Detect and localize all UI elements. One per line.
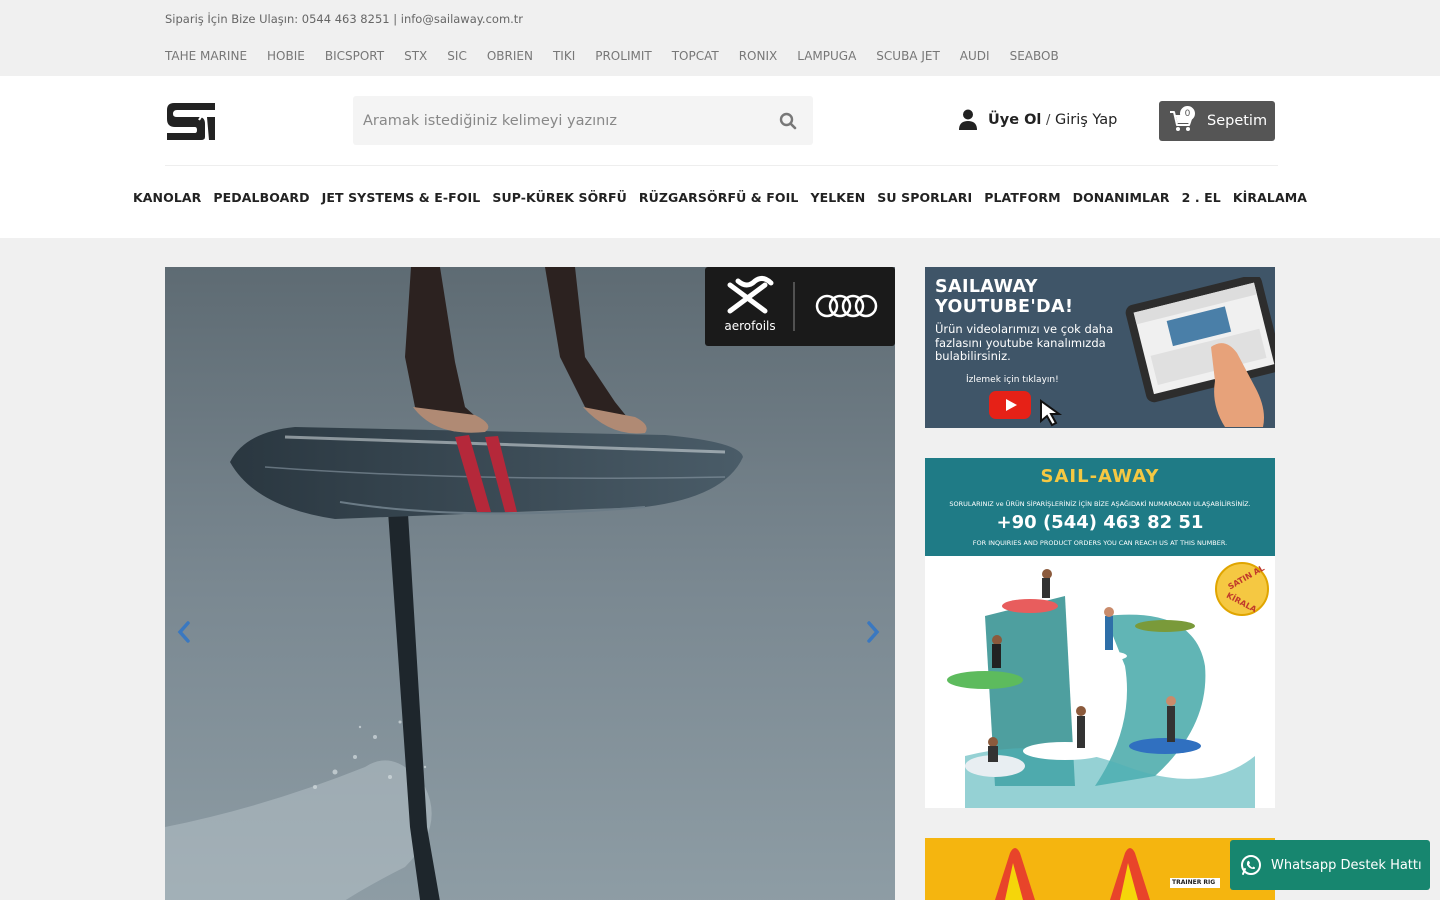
nav-item-su-sporlari[interactable]: SU SPORLARI <box>877 190 972 205</box>
chevron-left-icon <box>177 621 190 643</box>
login-link[interactable]: Giriş Yap <box>1055 112 1117 128</box>
nav-item-sup[interactable]: SUP-KÜREK SÖRFÜ <box>492 190 627 205</box>
contact-banner-header: SAIL-AWAY SORULARINIZ ve ÜRÜN SİPARİŞLER… <box>925 458 1275 556</box>
contact-banner-line1: SORULARINIZ ve ÜRÜN SİPARİŞLERİNİZ İÇİN … <box>949 500 1251 508</box>
youtube-banner-cta: İzlemek için tıklayın! <box>966 375 1059 385</box>
whatsapp-icon <box>1241 855 1261 875</box>
nav-item-ikinci-el[interactable]: 2 . EL <box>1182 190 1221 205</box>
nav-item-pedalboard[interactable]: PEDALBOARD <box>213 190 309 205</box>
nav-item-platform[interactable]: PLATFORM <box>984 190 1060 205</box>
contact-banner[interactable]: SAIL-AWAY SORULARINIZ ve ÜRÜN SİPARİŞLER… <box>925 458 1275 808</box>
whatsapp-support-button[interactable]: Whatsapp Destek Hattı <box>1230 840 1430 890</box>
search-button[interactable] <box>763 96 813 145</box>
cart-count-badge: 0 <box>1180 106 1195 121</box>
search-input[interactable] <box>353 96 763 145</box>
nav-item-yelken[interactable]: YELKEN <box>810 190 865 205</box>
brand-logo-text: aerofoils <box>724 319 775 333</box>
brand-link[interactable]: HOBIE <box>267 49 305 63</box>
hero-image: aerofoils <box>165 267 895 900</box>
search-icon <box>779 112 797 129</box>
brand-link[interactable]: AUDI <box>960 49 990 63</box>
youtube-banner-title: SAILAWAY YOUTUBE'DA! <box>935 277 1074 317</box>
site-header: Üye Ol / Giriş Yap 0 Sepetim KANOLAR PED… <box>0 76 1440 238</box>
contact-info: Sipariş İçin Bize Ulaşın: 0544 463 8251 … <box>165 12 524 26</box>
whatsapp-label: Whatsapp Destek Hattı <box>1271 857 1422 873</box>
windsurf-banner[interactable]: TRAINER RIG <box>925 838 1275 900</box>
sailaway-logo-text: SAIL-AWAY <box>1040 466 1160 487</box>
brand-link[interactable]: SIC <box>447 49 467 63</box>
buy-rent-badge: SATIN AL KİRALA <box>1215 562 1269 616</box>
cart-label: Sepetim <box>1207 113 1268 129</box>
nav-item-ruzgarsorfu[interactable]: RÜZGARSÖRFÜ & FOIL <box>639 190 799 205</box>
site-logo[interactable] <box>165 100 217 141</box>
header-divider <box>165 165 1278 166</box>
user-link-separator: / <box>1046 112 1051 128</box>
brand-link[interactable]: TIKI <box>553 49 575 63</box>
brand-link[interactable]: STX <box>404 49 427 63</box>
brand-link[interactable]: TOPCAT <box>672 49 719 63</box>
youtube-play-icon <box>989 391 1031 419</box>
top-bar: Sipariş İçin Bize Ulaşın: 0544 463 8251 … <box>0 0 1440 76</box>
brand-link[interactable]: TAHE MARINE <box>165 49 247 63</box>
youtube-banner[interactable]: SAILAWAY YOUTUBE'DA! Ürün videolarımızı … <box>925 267 1275 428</box>
brand-link[interactable]: SCUBA JET <box>876 49 940 63</box>
slider-next-button[interactable] <box>866 620 880 650</box>
brand-link[interactable]: RONIX <box>739 49 778 63</box>
nav-item-kanolar[interactable]: KANOLAR <box>133 190 201 205</box>
brand-link[interactable]: SEABOB <box>1010 49 1059 63</box>
nav-item-kiralama[interactable]: KİRALAMA <box>1233 190 1307 205</box>
tablet-illustration <box>1125 277 1275 427</box>
slider-prev-button[interactable] <box>177 620 191 650</box>
brand-links: TAHE MARINE HOBIE BICSPORT STX SIC OBRIE… <box>165 49 1059 63</box>
nav-item-donanimlar[interactable]: DONANIMLAR <box>1073 190 1170 205</box>
user-icon <box>959 109 977 130</box>
hero-slider[interactable]: aerofoils <box>165 267 895 900</box>
brand-link[interactable]: BICSPORT <box>325 49 384 63</box>
register-link[interactable]: Üye Ol <box>988 112 1041 128</box>
contact-banner-phone: +90 (544) 463 82 51 <box>996 512 1204 533</box>
cursor-icon <box>1040 399 1063 427</box>
trainer-rig-tag: TRAINER RIG <box>1172 879 1216 886</box>
user-account-link[interactable]: Üye Ol / Giriş Yap <box>958 109 1117 130</box>
brand-link[interactable]: LAMPUGA <box>797 49 856 63</box>
main-nav: KANOLAR PEDALBOARD JET SYSTEMS & E-FOIL … <box>133 190 1307 205</box>
nav-item-jet-systems[interactable]: JET SYSTEMS & E-FOIL <box>322 190 481 205</box>
youtube-banner-text: Ürün videolarımızı ve çok daha fazlasını… <box>935 322 1114 363</box>
cart-button[interactable]: 0 Sepetim <box>1159 101 1275 141</box>
search-box <box>353 96 813 145</box>
windsurf-sails-illustration <box>995 848 1220 900</box>
brand-link[interactable]: OBRIEN <box>487 49 533 63</box>
brand-link[interactable]: PROLIMIT <box>595 49 651 63</box>
contact-banner-line2: FOR INQUIRIES AND PRODUCT ORDERS YOU CAN… <box>972 539 1228 547</box>
chevron-right-icon <box>867 621 880 643</box>
